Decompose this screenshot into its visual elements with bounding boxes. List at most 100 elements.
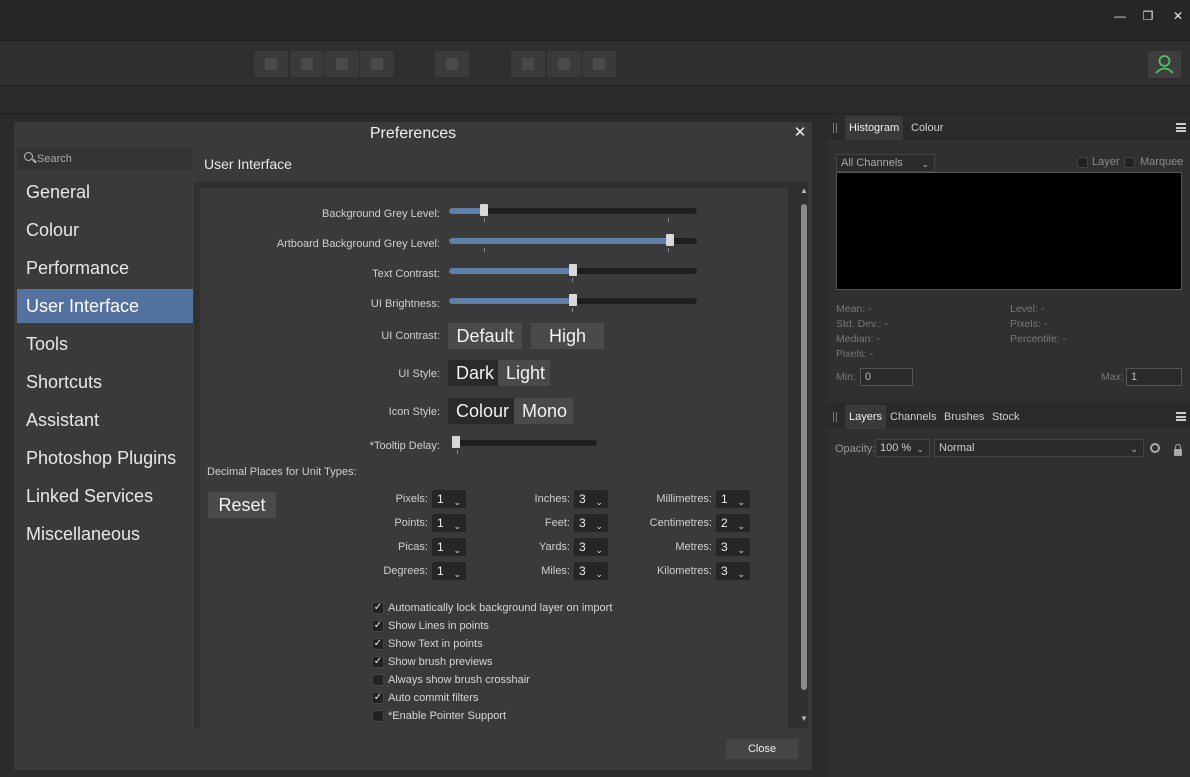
nav-item-colour[interactable]: Colour — [17, 213, 193, 247]
channel-select[interactable]: All Channels ⌄ — [836, 154, 935, 172]
unit-label: Miles: — [541, 565, 570, 577]
points-select[interactable]: 1 ⌄ — [432, 514, 466, 532]
arrange-icon[interactable] — [511, 51, 545, 77]
stat-median: Median: - — [836, 333, 880, 345]
grip-icon[interactable] — [833, 412, 837, 422]
checkbox[interactable]: ✓ — [372, 656, 384, 668]
tab-histogram[interactable]: Histogram — [845, 116, 904, 140]
millimetres-select[interactable]: 1 ⌄ — [716, 490, 750, 508]
close-button[interactable]: Close — [726, 739, 798, 759]
chevron-down-icon: ⌄ — [453, 521, 461, 531]
nav-item-assistant[interactable]: Assistant — [17, 403, 193, 437]
background-grey-slider[interactable] — [449, 204, 697, 222]
toolbar-tool-icon[interactable] — [360, 51, 394, 77]
miles-select[interactable]: 3 ⌄ — [574, 562, 608, 580]
chevron-down-icon: ⌄ — [595, 545, 603, 555]
window-close-icon[interactable]: ✕ — [1168, 8, 1188, 24]
artboard-grey-slider[interactable] — [449, 234, 697, 252]
feet-select[interactable]: 3 ⌄ — [574, 514, 608, 532]
stat-pixels: Pixels: - — [836, 348, 874, 360]
scroll-up-icon[interactable]: ▲ — [800, 186, 808, 196]
style-light-button[interactable]: Light — [498, 360, 550, 386]
picas-select[interactable]: 1 ⌄ — [432, 538, 466, 556]
layer-label: Layer — [1092, 156, 1120, 168]
tab-channels[interactable]: Channels — [886, 405, 940, 429]
contrast-high-button[interactable]: High — [531, 323, 604, 349]
pixels-select[interactable]: 1 ⌄ — [432, 490, 466, 508]
scrollbar[interactable]: ▲ ▼ — [800, 186, 808, 726]
ui-brightness-slider[interactable] — [449, 294, 697, 312]
arrange-icon[interactable] — [582, 51, 616, 77]
align-icon[interactable] — [435, 51, 469, 77]
tab-stock[interactable]: Stock — [988, 405, 1024, 429]
chevron-down-icon: ⌄ — [1130, 444, 1138, 454]
tab-colour[interactable]: Colour — [907, 116, 947, 140]
tab-layers[interactable]: Layers — [845, 405, 887, 429]
nav-item-general[interactable]: General — [17, 175, 193, 209]
tab-brushes[interactable]: Brushes — [940, 405, 988, 429]
nav-item-linked-services[interactable]: Linked Services — [17, 479, 193, 513]
user-icon — [1155, 55, 1174, 74]
metres-select[interactable]: 3 ⌄ — [716, 538, 750, 556]
grip-icon[interactable] — [833, 123, 837, 133]
settings-panel: Background Grey Level: Artboard Backgrou… — [194, 182, 808, 728]
tooltip-delay-slider[interactable] — [452, 436, 597, 454]
checkbox[interactable]: ✓ — [372, 692, 384, 704]
close-icon[interactable]: ✕ — [792, 124, 808, 142]
marquee-label: Marquee — [1140, 156, 1184, 168]
scrollbar-thumb[interactable] — [801, 204, 807, 690]
inches-select[interactable]: 3 ⌄ — [574, 490, 608, 508]
checkbox[interactable]: ✓ — [372, 638, 384, 650]
style-dark-button[interactable]: Dark — [448, 360, 498, 386]
checkbox[interactable]: ✓ — [372, 602, 384, 614]
max-field[interactable]: 1 — [1126, 368, 1182, 386]
reset-button[interactable]: Reset — [208, 492, 276, 518]
checkbox[interactable] — [372, 710, 384, 722]
toolbar-tool-icon[interactable] — [290, 51, 324, 77]
nav-item-photoshop-plugins[interactable]: Photoshop Plugins — [17, 441, 193, 475]
icon-mono-button[interactable]: Mono — [514, 398, 573, 424]
nav-item-miscellaneous[interactable]: Miscellaneous — [17, 517, 193, 551]
arrange-icon[interactable] — [547, 51, 581, 77]
checkbox-label: Always show brush crosshair — [388, 674, 530, 686]
blend-mode-select[interactable]: Normal ⌄ — [934, 439, 1144, 457]
unit-label: Kilometres: — [656, 565, 712, 577]
icon-colour-button[interactable]: Colour — [448, 398, 514, 424]
panel-tabs: Histogram Colour — [827, 116, 1190, 140]
restore-icon[interactable]: ❐ — [1138, 8, 1158, 24]
checkbox[interactable]: ✓ — [372, 620, 384, 632]
centimetres-select[interactable]: 2 ⌄ — [716, 514, 750, 532]
nav-item-tools[interactable]: Tools — [17, 327, 193, 361]
user-account-button[interactable] — [1148, 51, 1181, 78]
lock-icon[interactable] — [1174, 444, 1182, 456]
nav-item-user-interface[interactable]: User Interface — [17, 289, 193, 323]
slider-label: Background Grey Level: — [321, 208, 440, 220]
contrast-default-button[interactable]: Default — [448, 323, 522, 349]
text-contrast-slider[interactable] — [449, 264, 697, 282]
search-input[interactable] — [37, 151, 187, 167]
panel-menu-icon[interactable] — [1176, 412, 1186, 421]
toolbar-tool-icon[interactable] — [254, 51, 288, 77]
unit-label: Points: — [394, 517, 428, 529]
checkbox-label: Automatically lock background layer on i… — [388, 602, 613, 614]
checkbox[interactable] — [372, 674, 384, 686]
degrees-select[interactable]: 1 ⌄ — [432, 562, 466, 580]
opacity-select[interactable]: 100 % ⌄ — [875, 439, 930, 457]
scroll-down-icon[interactable]: ▼ — [800, 714, 808, 724]
layer-checkbox[interactable] — [1077, 157, 1088, 168]
gear-icon[interactable] — [1150, 443, 1160, 453]
nav-item-performance[interactable]: Performance — [17, 251, 193, 285]
min-field[interactable]: 0 — [860, 368, 913, 386]
unit-label: Yards: — [539, 541, 570, 553]
chevron-down-icon: ⌄ — [921, 159, 929, 169]
checkbox-label: Show Text in points — [388, 638, 483, 650]
minimize-icon[interactable]: — — [1110, 8, 1130, 24]
unit-label: Degrees: — [383, 565, 428, 577]
panel-menu-icon[interactable] — [1176, 123, 1186, 132]
nav-item-shortcuts[interactable]: Shortcuts — [17, 365, 193, 399]
yards-select[interactable]: 3 ⌄ — [574, 538, 608, 556]
kilometres-select[interactable]: 3 ⌄ — [716, 562, 750, 580]
toolbar-tool-icon[interactable] — [325, 51, 359, 77]
unit-label: Picas: — [398, 541, 428, 553]
marquee-checkbox[interactable] — [1124, 157, 1135, 168]
